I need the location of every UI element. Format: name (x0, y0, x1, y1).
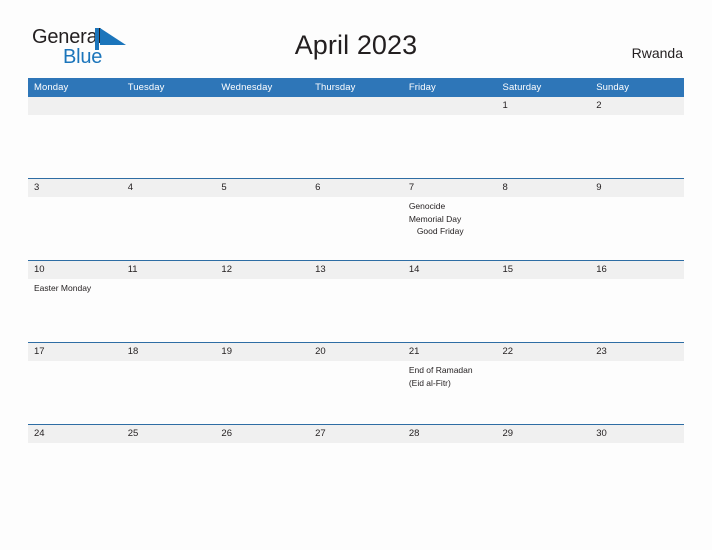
calendar-day-cell[interactable]: 5 (215, 178, 310, 261)
calendar-day-number: 9 (590, 179, 684, 197)
calendar-week-row: 12 (28, 97, 684, 179)
weekday-header-row: Monday Tuesday Wednesday Thursday Friday… (28, 78, 684, 97)
calendar-day-cell[interactable]: 26 (215, 424, 310, 506)
calendar-day-number: 1 (496, 97, 591, 115)
page-header: General Blue April 2023 Rwanda (0, 0, 712, 67)
calendar-day-cell[interactable]: 8 (496, 178, 591, 261)
calendar-day-cell[interactable]: 7 Genocide Memorial Day Good Friday (402, 178, 497, 261)
calendar-body: 1 2 3 4 5 6 7 Genocide Memorial Day Good Friday 8 9… (28, 97, 684, 506)
calendar-day-cell[interactable]: 3 (28, 178, 122, 261)
calendar-day-number: 5 (215, 179, 310, 197)
calendar-table: Monday Tuesday Wednesday Thursday Friday… (28, 78, 684, 506)
calendar-day-events: Easter Monday (28, 279, 122, 295)
calendar-day-number: 28 (402, 425, 497, 443)
calendar-day-number: 30 (590, 425, 684, 443)
calendar-event-label: (Eid al-Fitr) (408, 377, 451, 388)
calendar-day-number (28, 97, 122, 115)
calendar-empty-cell (28, 97, 122, 179)
country-label: Rwanda (631, 45, 683, 61)
weekday-header-monday: Monday (28, 78, 122, 97)
calendar-day-cell[interactable]: 4 (121, 178, 216, 261)
calendar-day-cell[interactable]: 22 (496, 342, 591, 425)
calendar-day-number: 21 (402, 343, 497, 361)
calendar-day-number: 18 (121, 343, 216, 361)
weekday-header-thursday: Thursday (309, 78, 403, 97)
calendar-day-cell[interactable]: 21 End of Ramadan (Eid al-Fitr) (402, 342, 497, 425)
weekday-header-wednesday: Wednesday (215, 78, 310, 97)
calendar-day-number: 19 (215, 343, 310, 361)
calendar-day-number: 15 (496, 261, 591, 279)
weekday-header-saturday: Saturday (496, 78, 591, 97)
calendar-day-number: 23 (590, 343, 684, 361)
calendar-day-cell[interactable]: 24 (28, 424, 122, 506)
calendar-day-cell[interactable]: 16 (590, 260, 684, 343)
calendar-day-cell[interactable]: 1 (496, 97, 591, 179)
calendar-day-number: 26 (215, 425, 310, 443)
calendar-day-number: 4 (121, 179, 216, 197)
calendar-day-number: 12 (215, 261, 310, 279)
calendar-day-events: End of Ramadan (Eid al-Fitr) (403, 361, 497, 389)
calendar-day-cell[interactable]: 28 (402, 424, 497, 506)
calendar-day-number: 29 (496, 425, 591, 443)
calendar-day-number: 16 (590, 261, 684, 279)
calendar-empty-cell (215, 97, 310, 179)
calendar-day-cell[interactable]: 19 (215, 342, 310, 425)
calendar-event-label: Good Friday (416, 226, 464, 236)
calendar-day-number: 13 (309, 261, 403, 279)
calendar-day-cell[interactable]: 12 (215, 260, 310, 343)
calendar-weekday-header: Monday Tuesday Wednesday Thursday Friday… (28, 78, 684, 97)
calendar-day-cell[interactable]: 6 (309, 178, 403, 261)
calendar-day-number: 27 (309, 425, 403, 443)
calendar-day-number: 8 (496, 179, 591, 197)
calendar-day-cell[interactable]: 9 (590, 178, 684, 261)
calendar-day-number: 25 (121, 425, 216, 443)
calendar-day-cell[interactable]: 14 (402, 260, 497, 343)
calendar-event-label: End of Ramadan (408, 365, 473, 375)
calendar-week-row: 24 25 26 27 28 29 30 (28, 424, 684, 506)
calendar-week-row: 3 4 5 6 7 Genocide Memorial Day Good Friday 8 9 (28, 178, 684, 261)
calendar-empty-cell (121, 97, 216, 179)
calendar-day-cell[interactable]: 11 (121, 260, 216, 343)
calendar-event-label: Easter Monday (34, 283, 92, 293)
calendar-day-number (121, 97, 216, 115)
calendar-day-number: 17 (28, 343, 122, 361)
calendar-day-number: 20 (309, 343, 403, 361)
calendar-day-number: 14 (402, 261, 497, 279)
calendar-day-cell[interactable]: 15 (496, 260, 591, 343)
calendar-day-number (215, 97, 310, 115)
calendar-day-number: 11 (121, 261, 216, 279)
calendar-day-number: 3 (28, 179, 122, 197)
calendar-day-number: 7 (402, 179, 497, 197)
calendar-day-cell[interactable]: 20 (309, 342, 403, 425)
calendar-empty-cell (402, 97, 497, 179)
calendar-day-cell[interactable]: 2 (590, 97, 684, 179)
calendar-day-cell[interactable]: 17 (28, 342, 122, 425)
calendar-day-number (309, 97, 403, 115)
calendar-day-number: 2 (590, 97, 684, 115)
page-title: April 2023 (294, 30, 418, 60)
weekday-header-tuesday: Tuesday (121, 78, 216, 97)
calendar-day-number: 6 (309, 179, 403, 197)
calendar-week-row: 17 18 19 20 21 End of Ramadan (Eid al-Fitr) 22 2… (28, 342, 684, 425)
calendar-event-label: Memorial Day (408, 213, 462, 224)
calendar-event-label: Genocide (408, 201, 446, 211)
calendar-day-cell[interactable]: 13 (309, 260, 403, 343)
calendar-day-cell[interactable]: 10 Easter Monday (28, 260, 122, 343)
weekday-header-friday: Friday (402, 78, 497, 97)
calendar-day-cell[interactable]: 30 (590, 424, 684, 506)
calendar-day-number (402, 97, 497, 115)
calendar-day-cell[interactable]: 29 (496, 424, 591, 506)
calendar-day-number: 24 (28, 425, 122, 443)
calendar-day-cell[interactable]: 18 (121, 342, 216, 425)
calendar-day-cell[interactable]: 23 (590, 342, 684, 425)
calendar-day-events: Genocide Memorial Day Good Friday (403, 197, 497, 238)
calendar-empty-cell (309, 97, 403, 179)
calendar-day-cell[interactable]: 27 (309, 424, 403, 506)
calendar-day-number: 22 (496, 343, 591, 361)
calendar-day-number: 10 (28, 261, 122, 279)
calendar-week-row: 10 Easter Monday 11 12 13 14 15 16 (28, 260, 684, 343)
weekday-header-sunday: Sunday (590, 78, 684, 97)
calendar-day-cell[interactable]: 25 (121, 424, 216, 506)
